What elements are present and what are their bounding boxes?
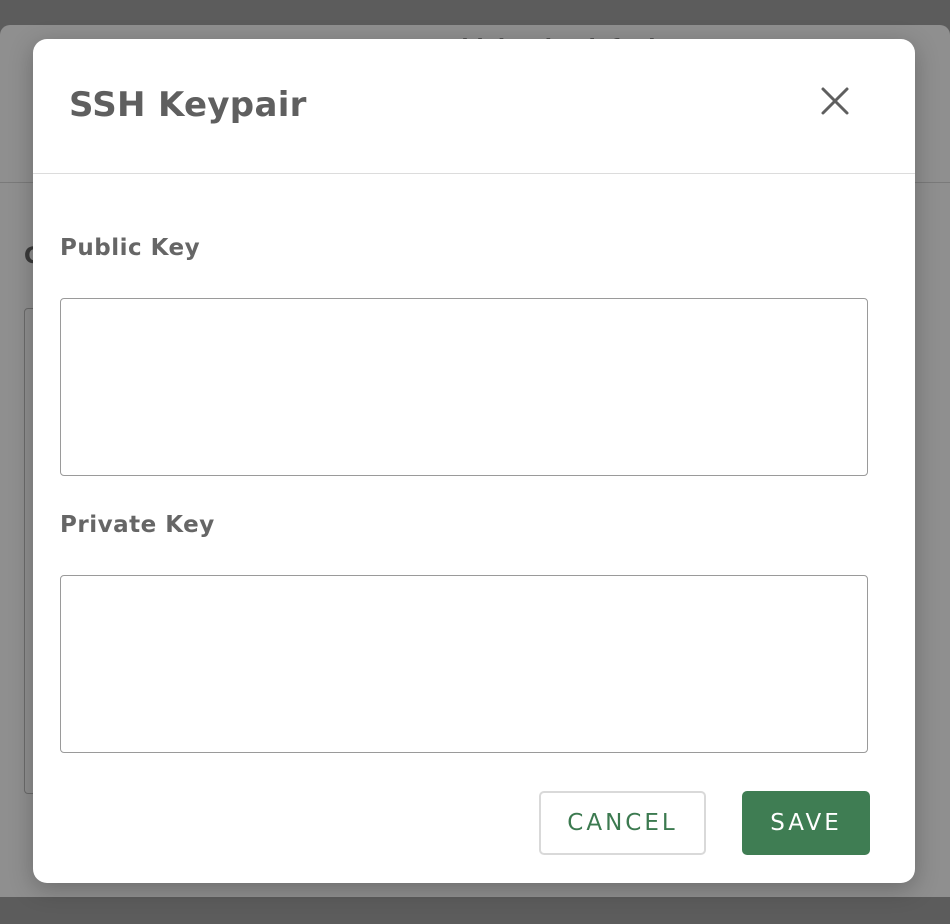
public-key-label: Public Key: [60, 235, 201, 261]
dialog-title: SSH Keypair: [69, 85, 307, 125]
public-key-input[interactable]: [60, 298, 868, 476]
close-button[interactable]: [819, 85, 851, 117]
background-bottom-band: [0, 897, 950, 924]
dialog-header: SSH Keypair: [33, 39, 915, 174]
private-key-input[interactable]: [60, 575, 868, 753]
cancel-button[interactable]: CANCEL: [539, 791, 706, 855]
ssh-keypair-dialog: SSH Keypair Public Key Private Key CANCE…: [33, 39, 915, 883]
close-icon: [821, 87, 849, 115]
save-button[interactable]: SAVE: [742, 791, 870, 855]
private-key-label: Private Key: [60, 512, 215, 538]
